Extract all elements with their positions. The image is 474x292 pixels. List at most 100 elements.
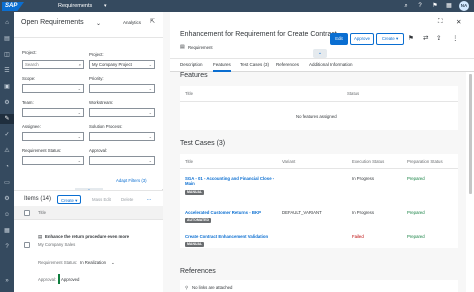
features-col-status: Status (347, 91, 360, 96)
list-panel: Open Requirements ⌄ Analytics ⇱ Project:… (14, 12, 163, 292)
settings-icon[interactable]: ⚙ (2, 194, 12, 204)
share-icon[interactable]: ⇪ (436, 34, 441, 42)
project-value: My Company Project (92, 62, 132, 67)
bookmark-icon[interactable]: ⚑ (408, 34, 414, 42)
analytics-link[interactable]: Analytics (123, 20, 141, 25)
help-rail-icon[interactable]: ? (2, 242, 12, 252)
expand-icon[interactable]: » (2, 276, 12, 286)
tc-row-title[interactable]: Accelerated Customer Returns - BKP (185, 210, 280, 215)
list-title: Open Requirements (21, 19, 84, 26)
search-input[interactable]: Search ⌕ (22, 60, 84, 69)
more-icon[interactable]: ⋮ (452, 34, 459, 42)
dashboard-icon[interactable]: ▤ (2, 34, 12, 44)
adapt-filters-link[interactable]: Adapt Filters (3) (116, 178, 147, 183)
chevron-down-icon[interactable]: ⌄ (96, 20, 101, 27)
chevron-down-icon[interactable]: ⌄ (111, 260, 115, 266)
tc-row-prep: Prepared (407, 234, 425, 239)
tc-row-title[interactable]: Create Contract Enhancement Validation (185, 234, 280, 239)
search-icon[interactable]: ⌕ (401, 1, 411, 11)
grid-icon[interactable]: ▦ (444, 1, 454, 11)
tab-features[interactable]: Features (213, 62, 231, 72)
priority-label: Priority: (89, 76, 104, 81)
team-label: Team: (22, 100, 34, 105)
approval-select[interactable]: ⌄ (89, 156, 155, 165)
delete-button[interactable]: Delete (118, 195, 136, 204)
tab-additional-info[interactable]: Additional Information (309, 62, 353, 67)
close-icon[interactable]: ✕ (456, 18, 461, 26)
process-icon[interactable]: ⚙ (2, 98, 12, 108)
tasks-icon[interactable]: ☰ (2, 66, 12, 76)
features-empty: No features assigned (296, 114, 337, 119)
roadmap-icon[interactable]: ▣ (2, 82, 12, 92)
tab-description[interactable]: Description (180, 62, 203, 67)
scrollbar[interactable] (469, 74, 472, 194)
project-label-2: Project: (89, 52, 104, 57)
row-checkbox[interactable] (24, 242, 30, 248)
object-title: Enhancement for Requirement for Create C… (180, 31, 337, 38)
export-icon[interactable]: ⇱ (150, 18, 155, 25)
assignee-select[interactable]: ⌄ (22, 132, 84, 141)
chevron-down-icon: ⌄ (77, 134, 81, 139)
chevron-down-icon: ⌄ (77, 110, 81, 115)
col-title: Title (38, 210, 46, 215)
features-col-title: Title (185, 91, 193, 96)
tc-row-title[interactable]: SGA - 01 - Accounting and Financial Clos… (185, 176, 280, 186)
list-item[interactable]: ▤ Enhance the return procedure even more… (14, 220, 163, 292)
calendar-icon[interactable]: ▦ (2, 226, 12, 236)
chevron-down-icon: ⌄ (148, 158, 152, 163)
analytics-icon[interactable]: ◔ (2, 162, 12, 172)
tc-row-exec: In Progress (352, 176, 374, 181)
tab-references[interactable]: References (276, 62, 299, 67)
chevron-down-icon[interactable]: ▾ (104, 2, 107, 10)
references-title: References (180, 268, 216, 275)
tc-row-exec: In Progress (352, 210, 374, 215)
row-approval-value: Approved (61, 277, 80, 282)
scope-select[interactable]: ⌄ (22, 84, 84, 93)
object-header: ⛶ ✕ Enhancement for Requirement for Crea… (170, 12, 474, 58)
test-icon[interactable]: ✓ (2, 130, 12, 140)
create-button[interactable]: Create ▾ (376, 33, 404, 45)
project-select[interactable]: My Company Project ⌄ (89, 60, 155, 69)
approval-indicator (58, 274, 60, 284)
features-title: Features (180, 72, 208, 79)
documents-icon[interactable]: ▭ (2, 178, 12, 188)
help-icon[interactable]: ? (415, 1, 425, 11)
link-icon[interactable]: ⇄ (423, 34, 428, 42)
sap-logo[interactable]: SAP (2, 2, 24, 11)
project-icon[interactable]: ◫ (2, 50, 12, 60)
requirement-status-select[interactable]: ⌄ (22, 156, 84, 165)
tc-col-variant: Variant (282, 159, 296, 164)
approve-button[interactable]: Approve (350, 33, 374, 45)
app-title[interactable]: Requirements (58, 2, 92, 10)
users-icon[interactable]: ☺ (2, 210, 12, 220)
more-icon[interactable]: ··· (144, 195, 154, 204)
fullscreen-icon[interactable]: ⛶ (438, 18, 443, 26)
team-select[interactable]: ⌄ (22, 108, 84, 117)
chevron-down-icon: ⌄ (148, 86, 152, 91)
select-all-checkbox[interactable] (24, 210, 30, 216)
home-icon[interactable]: ⌂ (2, 18, 12, 28)
chevron-down-icon: ⌄ (77, 158, 81, 163)
requirements-icon[interactable]: ✎ (0, 114, 14, 124)
create-button[interactable]: Create ▾ (57, 195, 82, 204)
doc-icon: ▤ (38, 234, 43, 239)
defects-icon[interactable]: ⚠ (2, 146, 12, 156)
items-title: Items (14) (24, 196, 52, 202)
mass-edit-button[interactable]: Mass Edit (89, 195, 114, 204)
collapse-header-button[interactable]: ⌄ (313, 49, 327, 58)
tc-row-exec: Failed (352, 234, 364, 239)
notifications-icon[interactable]: ⚑ (430, 1, 440, 11)
tab-test-cases[interactable]: Test Cases (3) (240, 62, 269, 67)
items-toolbar: Items (14) Create ▾ Mass Edit Delete ··· (14, 190, 163, 206)
assignee-label: Assignee: (22, 124, 41, 129)
chevron-down-icon: ⌄ (148, 62, 152, 67)
tc-row-tag: MANUAL (185, 242, 205, 247)
solution-process-select[interactable]: ⌄ (89, 132, 155, 141)
avatar[interactable]: NA (459, 1, 469, 11)
solution-process-label: Solution Process: (89, 124, 123, 129)
priority-select[interactable]: ⌄ (89, 84, 155, 93)
edit-button[interactable]: Edit (330, 33, 348, 45)
workstream-select[interactable]: ⌄ (89, 108, 155, 117)
divider (180, 101, 458, 102)
tc-col-title: Title (185, 159, 193, 164)
